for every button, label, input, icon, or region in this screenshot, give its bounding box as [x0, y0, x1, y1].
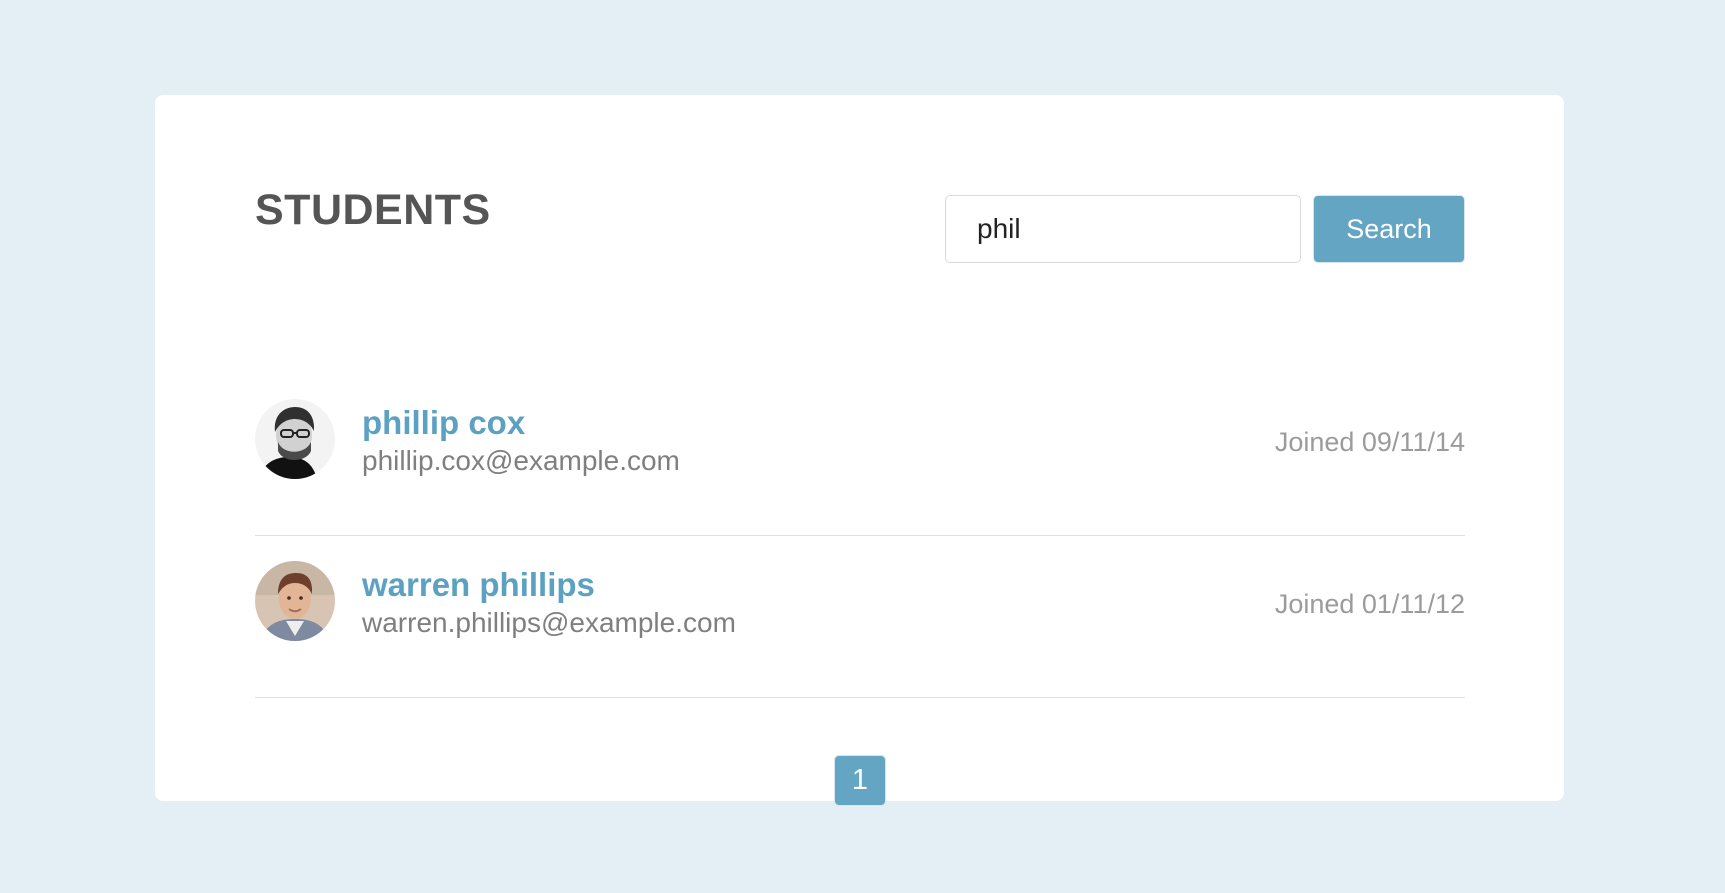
page-number-button[interactable]: 1: [834, 755, 886, 806]
student-email: phillip.cox@example.com: [362, 445, 680, 477]
avatar-photo-icon: [255, 561, 335, 641]
avatar-photo-icon: [255, 399, 335, 479]
students-card: STUDENTS Search: [155, 95, 1564, 806]
student-name-link[interactable]: warren phillips: [362, 566, 736, 603]
student-avatar: [255, 399, 335, 479]
page-title: STUDENTS: [255, 186, 491, 234]
search-input[interactable]: [945, 195, 1301, 263]
student-list: phillip cox phillip.cox@example.com Join…: [255, 375, 1465, 698]
joined-date: Joined 09/11/14: [1274, 427, 1465, 457]
student-info: phillip cox phillip.cox@example.com: [362, 404, 680, 478]
student-info: warren phillips warren.phillips@example.…: [362, 566, 736, 640]
students-panel: STUDENTS Search: [255, 95, 1465, 806]
student-name-link[interactable]: phillip cox: [362, 404, 680, 441]
student-avatar: [255, 561, 335, 641]
student-email: warren.phillips@example.com: [362, 607, 736, 639]
student-row: phillip cox phillip.cox@example.com Join…: [255, 375, 1465, 536]
search-form: Search: [945, 195, 1465, 263]
joined-date: Joined 01/11/12: [1274, 589, 1465, 619]
search-button[interactable]: Search: [1313, 195, 1465, 263]
student-row: warren phillips warren.phillips@example.…: [255, 537, 1465, 698]
pagination: 1: [255, 755, 1465, 806]
